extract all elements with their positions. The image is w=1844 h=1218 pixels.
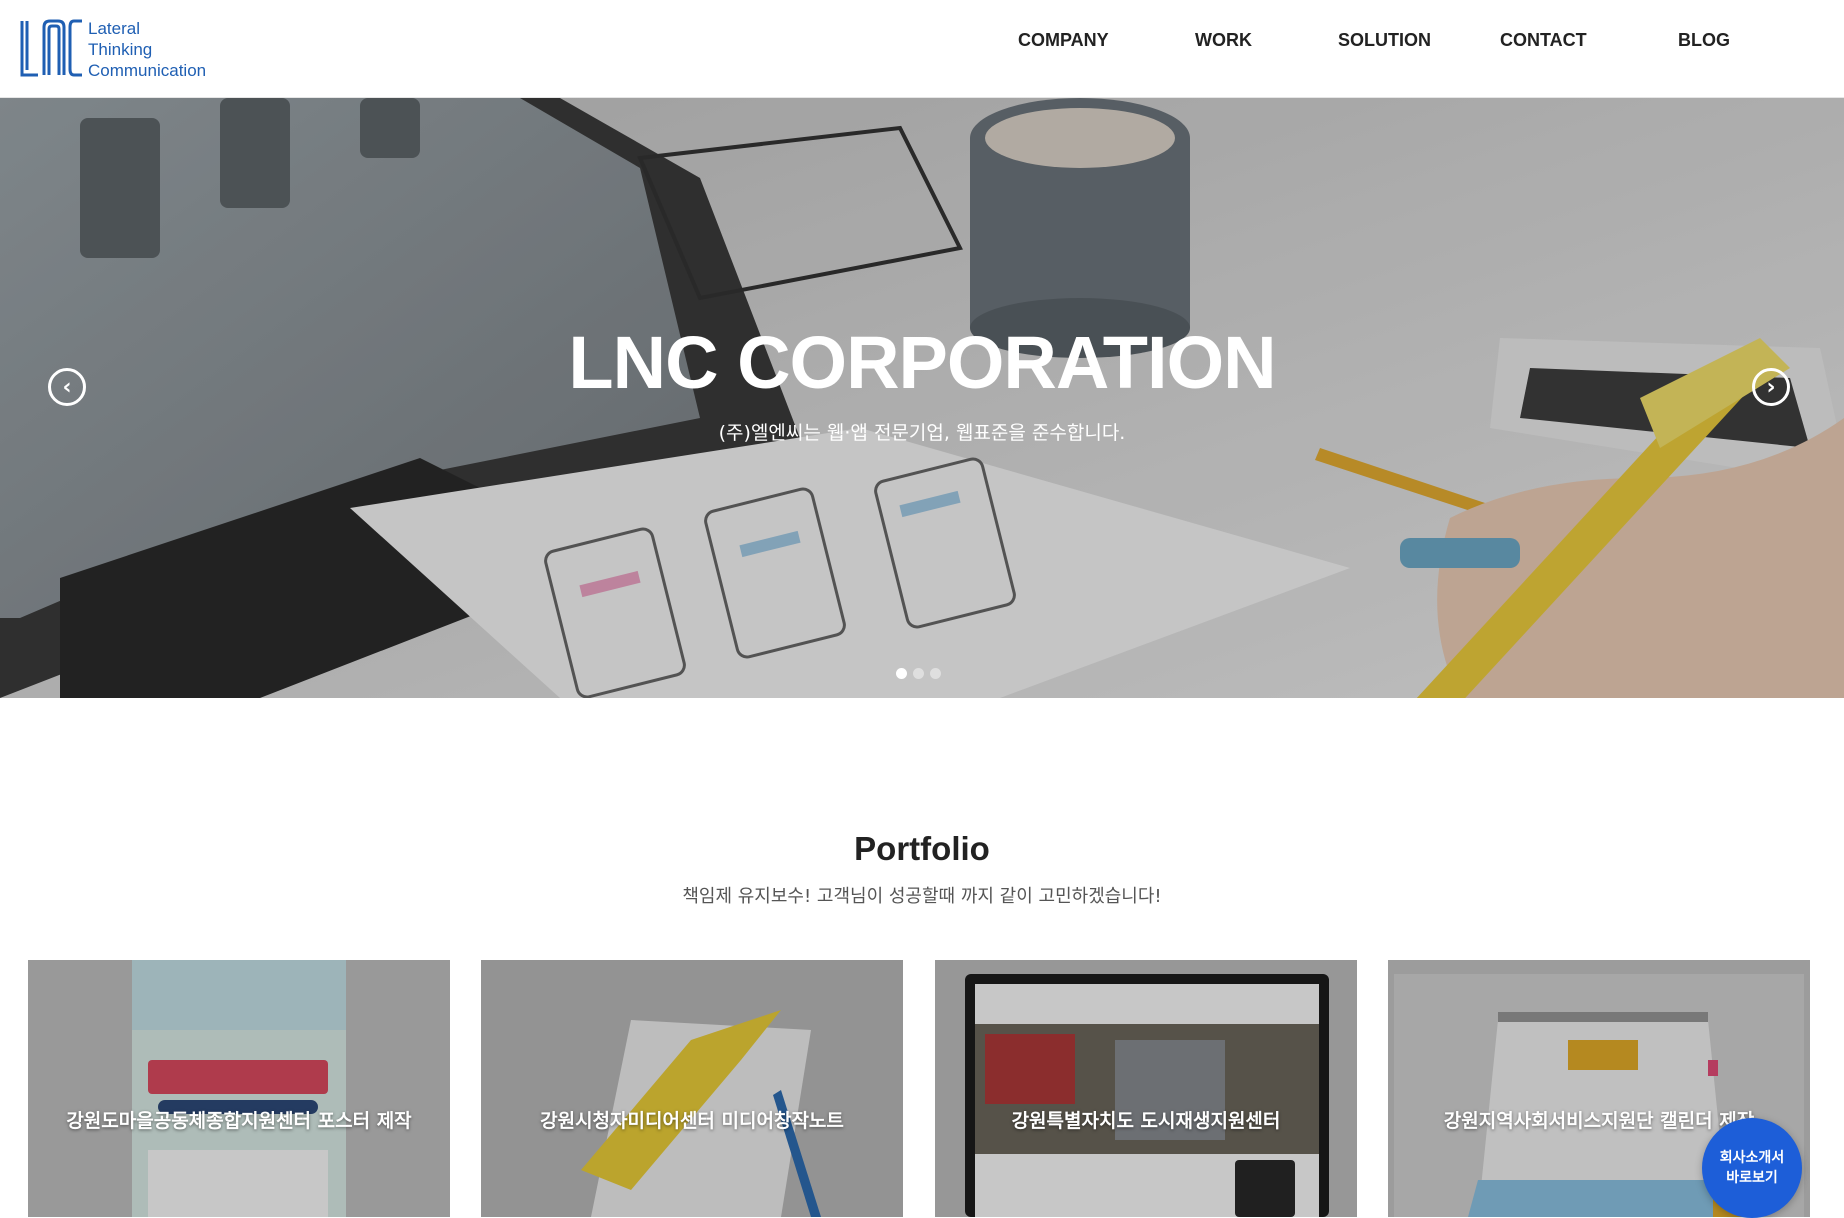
fab-line-1: 회사소개서 — [1719, 1150, 1785, 1166]
site-header: Lateral Thinking Communication COMPANY W… — [0, 0, 1844, 98]
lnc-logo-mark — [20, 19, 82, 77]
nav-item-solution[interactable]: SOLUTION — [1338, 30, 1431, 51]
chevron-right-icon: › — [1766, 374, 1776, 400]
portfolio-card[interactable]: 강원특별자치도 도시재생지원센터 — [935, 960, 1357, 1217]
logo-text: Lateral Thinking Communication — [88, 18, 206, 81]
portfolio-card[interactable]: 강원시청자미디어센터 미디어창작노트 — [481, 960, 903, 1217]
logo[interactable]: Lateral Thinking Communication — [18, 16, 228, 82]
slider-pagination — [896, 668, 941, 679]
portfolio-subtitle: 책임제 유지보수! 고객님이 성공할때 까지 같이 고민하겠습니다! — [682, 886, 1162, 907]
hero-subtitle: (주)엘엔씨는 웹·앱 전문기업, 웹표준을 준수합니다. — [718, 422, 1126, 444]
nav-item-contact[interactable]: CONTACT — [1500, 30, 1587, 51]
logo-line-1: Lateral — [88, 18, 140, 38]
portfolio-grid: 강원도마을공동체종합지원센터 포스터 제작 강원시청자미디어센터 미디어창작노트… — [28, 960, 1816, 1217]
logo-line-3: Communication — [88, 60, 207, 80]
nav-item-work[interactable]: WORK — [1195, 30, 1252, 51]
nav-item-blog[interactable]: BLOG — [1678, 30, 1730, 51]
slider-prev-button[interactable]: ‹ — [48, 368, 86, 406]
hero-title: LNC CORPORATION — [568, 321, 1276, 404]
portfolio-card-title: 강원도마을공동체종합지원센터 포스터 제작 — [66, 1110, 412, 1132]
portfolio-card[interactable]: 강원도마을공동체종합지원센터 포스터 제작 — [28, 960, 450, 1217]
slider-dot-2[interactable] — [913, 668, 924, 679]
portfolio-card-title: 강원특별자치도 도시재생지원센터 — [1011, 1110, 1281, 1132]
slider-dot-1[interactable] — [896, 668, 907, 679]
card-overlay — [28, 960, 450, 1217]
fab-line-2: 바로보기 — [1726, 1170, 1778, 1186]
slider-dot-3[interactable] — [930, 668, 941, 679]
logo-line-2: Thinking — [88, 39, 153, 59]
card-overlay — [935, 960, 1357, 1217]
nav-item-company[interactable]: COMPANY — [1018, 30, 1109, 51]
portfolio-title: Portfolio — [854, 830, 990, 867]
hero-slider: LNC CORPORATION (주)엘엔씨는 웹·앱 전문기업, 웹표준을 준… — [0, 98, 1844, 698]
chevron-left-icon: ‹ — [62, 374, 72, 400]
card-overlay — [481, 960, 903, 1217]
portfolio-card-title: 강원시청자미디어센터 미디어창작노트 — [540, 1110, 844, 1132]
slider-next-button[interactable]: › — [1752, 368, 1790, 406]
company-profile-button[interactable]: 회사소개서 바로보기 — [1702, 1118, 1802, 1218]
